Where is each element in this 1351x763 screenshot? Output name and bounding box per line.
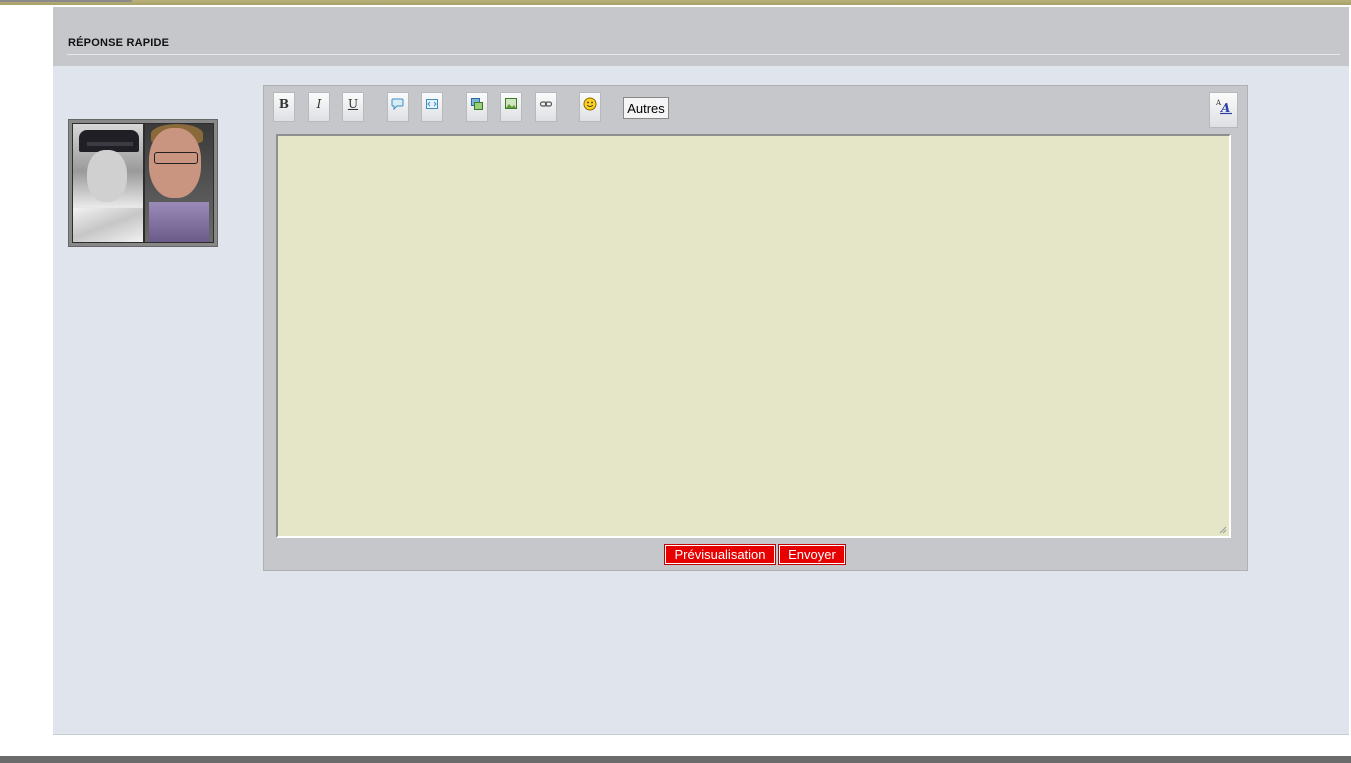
message-textarea[interactable] bbox=[276, 134, 1231, 538]
avatar-shirt-right bbox=[149, 202, 209, 242]
smiley-icon bbox=[583, 97, 597, 111]
image-icon bbox=[505, 98, 517, 109]
italic-button[interactable]: I bbox=[308, 92, 330, 122]
code-icon bbox=[426, 99, 438, 109]
resize-grip-icon[interactable] bbox=[1217, 524, 1227, 534]
quick-reply-panel: RÉPONSE RAPIDE B I U Autres A A Prévisua… bbox=[53, 7, 1349, 735]
underline-button[interactable]: U bbox=[342, 92, 364, 122]
avatar bbox=[68, 119, 218, 247]
image-host-button[interactable] bbox=[466, 92, 488, 122]
avatar-collar bbox=[73, 208, 143, 242]
font-style-button[interactable]: A A bbox=[1209, 92, 1238, 128]
top-accent-bar bbox=[0, 0, 1351, 5]
code-button[interactable] bbox=[421, 92, 443, 122]
link-icon bbox=[539, 101, 553, 107]
avatar-face-left bbox=[87, 150, 127, 202]
preview-button[interactable]: Prévisualisation bbox=[664, 544, 776, 565]
footer-bar bbox=[0, 756, 1351, 763]
message-editor: B I U Autres A A Prévisualisation Envoye… bbox=[263, 85, 1248, 571]
image-button[interactable] bbox=[500, 92, 522, 122]
image-host-icon bbox=[471, 98, 483, 110]
top-tab-stub bbox=[0, 0, 132, 2]
others-button[interactable]: Autres bbox=[623, 97, 669, 119]
speech-bubble-icon bbox=[391, 98, 404, 111]
italic-label: I bbox=[316, 97, 322, 111]
avatar-glasses bbox=[154, 152, 198, 164]
panel-header: RÉPONSE RAPIDE bbox=[53, 7, 1349, 66]
quote-button[interactable] bbox=[387, 92, 409, 122]
smiley-button[interactable] bbox=[579, 92, 601, 122]
send-button[interactable]: Envoyer bbox=[778, 544, 846, 565]
bold-button[interactable]: B bbox=[273, 92, 295, 122]
header-divider bbox=[67, 54, 1340, 55]
link-button[interactable] bbox=[535, 92, 557, 122]
bold-label: B bbox=[278, 97, 290, 111]
font-style-icon: A A bbox=[1215, 99, 1232, 115]
underline-label: U bbox=[347, 97, 359, 111]
panel-title: RÉPONSE RAPIDE bbox=[68, 37, 170, 49]
avatar-cap-band bbox=[87, 142, 133, 146]
avatar-sailor-cap bbox=[79, 130, 139, 152]
